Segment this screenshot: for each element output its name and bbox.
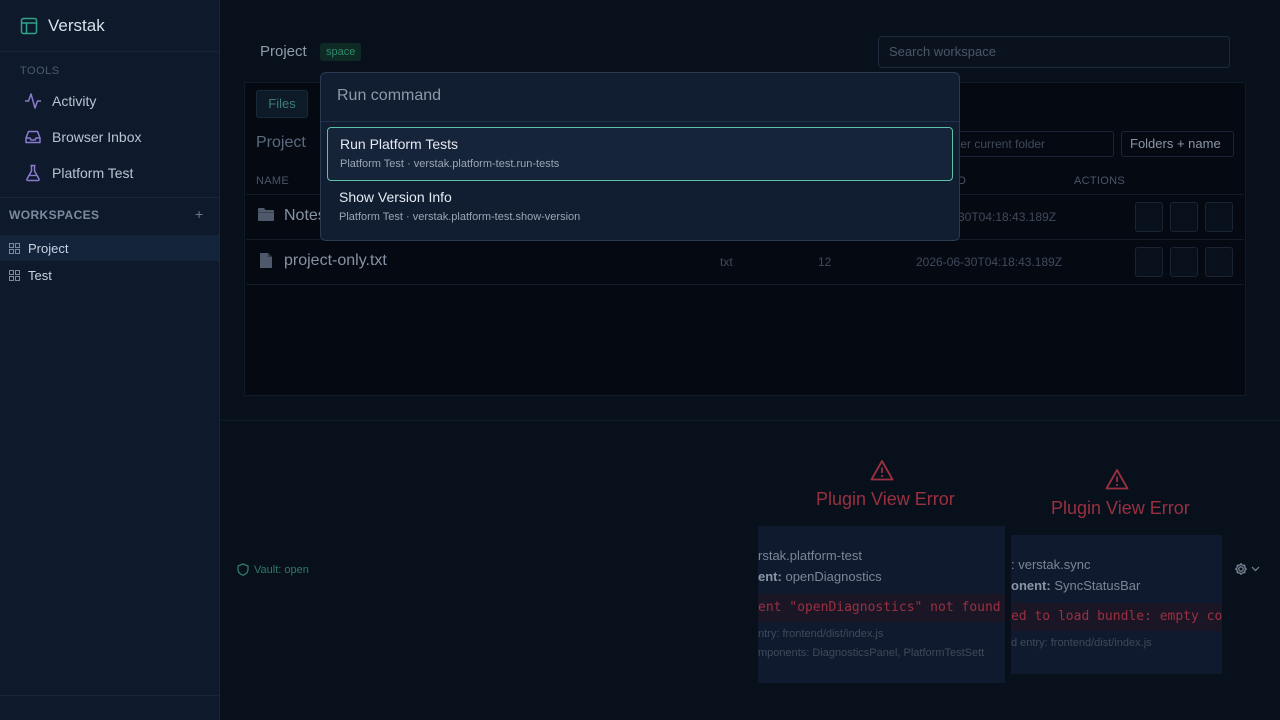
column-header-actions: ACTIONS	[1074, 175, 1125, 187]
error-message: ent "openDiagnostics" not found i	[758, 594, 1005, 622]
command-subtitle: Platform Test · verstak.platform-test.ru…	[340, 158, 560, 170]
sidebar-item-label: Platform Test	[52, 165, 134, 181]
plugin-component: onent: SyncStatusBar	[1011, 578, 1140, 593]
row-action-button[interactable]	[1205, 202, 1233, 232]
brand[interactable]: Verstak	[20, 16, 105, 36]
plugin-entry: d entry: frontend/dist/index.js	[1011, 637, 1152, 649]
inbox-icon	[25, 130, 41, 144]
file-modified: 2026-06-30T04:18:43.189Z	[916, 255, 1063, 269]
workspace-item-project[interactable]: Project	[0, 235, 219, 261]
sidebar: Verstak TOOLS Activity Browser Inbox Pla…	[0, 0, 220, 720]
vault-status[interactable]: Vault: open	[237, 563, 309, 576]
tools-section-label: TOOLS	[20, 65, 60, 77]
workspace-label: Test	[28, 267, 52, 283]
tab-files[interactable]: Files	[256, 90, 308, 118]
sidebar-item-browser-inbox[interactable]: Browser Inbox	[24, 127, 141, 147]
command-title: Run Platform Tests	[340, 136, 459, 152]
gear-icon	[1235, 563, 1247, 575]
row-action-button[interactable]	[1170, 202, 1198, 232]
plugin-components: mponents: DiagnosticsPanel, PlatformTest…	[758, 647, 985, 659]
sidebar-item-platform-test[interactable]: Platform Test	[24, 163, 133, 183]
warning-icon	[870, 460, 894, 481]
component-label: onent:	[1011, 578, 1051, 593]
workspaces-section-label: WORKSPACES	[9, 208, 100, 222]
add-workspace-button[interactable]: +	[195, 206, 203, 222]
divider	[246, 284, 1244, 285]
sidebar-item-activity[interactable]: Activity	[24, 91, 96, 111]
plugin-component: ent: openDiagnostics	[758, 569, 882, 584]
row-action-button[interactable]	[1135, 247, 1163, 277]
component-label: ent:	[758, 569, 782, 584]
command-item-show-version-info[interactable]: Show Version Info Platform Test · versta…	[327, 181, 953, 235]
page-title: Project	[260, 43, 307, 60]
warning-icon	[1105, 469, 1129, 490]
row-action-button[interactable]	[1170, 247, 1198, 277]
workspace-item-test[interactable]: Test	[0, 262, 219, 288]
plugin-error-title: Plugin View Error	[816, 489, 955, 509]
search-input[interactable]: Search workspace	[878, 36, 1230, 68]
file-type: txt	[720, 255, 733, 269]
divider	[220, 420, 1280, 421]
row-action-button[interactable]	[1205, 247, 1233, 277]
search-mode-select[interactable]: Folders + name	[1121, 131, 1234, 157]
error-message: ed to load bundle: empty cor	[1011, 603, 1222, 631]
file-modified: 30T04:18:43.189Z	[958, 210, 1057, 224]
sidebar-item-label: Browser Inbox	[52, 129, 142, 145]
command-input[interactable]: Run command	[337, 87, 441, 105]
flask-icon	[26, 164, 40, 182]
shield-icon	[237, 563, 249, 576]
filter-input[interactable]: ter current folder	[940, 131, 1114, 157]
chevron-down-icon	[1251, 566, 1260, 572]
divider	[0, 695, 220, 696]
file-name[interactable]: project-only.txt	[284, 252, 387, 270]
column-header-name: NAME	[256, 175, 289, 187]
divider	[0, 51, 220, 52]
plugin-entry: ntry: frontend/dist/index.js	[758, 628, 884, 640]
command-subtitle: Platform Test · verstak.platform-test.sh…	[339, 211, 581, 223]
breadcrumb[interactable]: Project	[256, 134, 306, 152]
settings-menu-button[interactable]	[1234, 562, 1260, 576]
component-value: openDiagnostics	[785, 569, 882, 584]
plugin-error-title: Plugin View Error	[1051, 498, 1190, 518]
command-palette: Run command Run Platform Tests Platform …	[320, 72, 960, 241]
divider	[321, 121, 959, 122]
component-value: SyncStatusBar	[1054, 578, 1141, 593]
activity-icon	[25, 93, 41, 109]
command-item-run-platform-tests[interactable]: Run Platform Tests Platform Test · verst…	[327, 127, 953, 181]
plugin-id: : verstak.sync	[1011, 557, 1091, 572]
file-size: 12	[818, 255, 832, 269]
row-action-button[interactable]	[1135, 202, 1163, 232]
grid-icon	[9, 242, 20, 254]
sidebar-item-label: Activity	[52, 93, 97, 109]
folder-icon	[258, 208, 274, 221]
layout-icon	[20, 17, 38, 35]
file-icon	[260, 253, 272, 268]
app-name: Verstak	[48, 16, 105, 35]
grid-icon	[9, 269, 20, 281]
vault-status-label: Vault: open	[254, 563, 309, 576]
command-title: Show Version Info	[339, 189, 452, 205]
workspace-label: Project	[28, 240, 69, 256]
plugin-error-details: : verstak.sync onent: SyncStatusBar ed t…	[1011, 535, 1222, 674]
plugin-id: rstak.platform-test	[758, 548, 863, 563]
space-badge: space	[320, 43, 362, 61]
plugin-error-details: rstak.platform-test ent: openDiagnostics…	[758, 526, 1005, 683]
divider	[0, 197, 220, 198]
